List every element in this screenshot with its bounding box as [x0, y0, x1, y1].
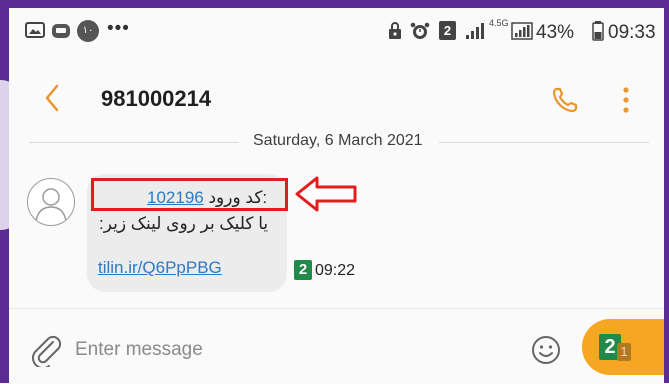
person-icon [35, 188, 67, 222]
highlight-box [91, 178, 288, 211]
message-sim-badge: 2 [294, 260, 312, 280]
message-time: 09:22 [315, 262, 356, 279]
frame-border-right [664, 0, 669, 383]
battery-percent: 43% [536, 22, 575, 43]
compose-bar: Enter message 2 1 [9, 308, 664, 384]
contact-title: 981000214 [101, 86, 212, 111]
date-divider-left [29, 142, 239, 143]
gallery-icon [25, 22, 45, 38]
more-notifications: ••• [107, 18, 130, 39]
messenger-icon [52, 24, 70, 38]
lock-icon [389, 22, 401, 39]
message-link[interactable]: tilin.ir/Q6PpPBG [98, 258, 222, 278]
frame-border-top [0, 0, 669, 8]
send-sim-secondary: 1 [617, 343, 631, 361]
send-button[interactable]: 2 1 [582, 319, 664, 375]
phone-screen: ۱۰ ••• 2 4.5G 43% 09:33 981000214 Saturd… [9, 8, 664, 384]
conversation-header: 981000214 [9, 56, 664, 128]
signal-icon [466, 23, 484, 39]
message-line-2: یا کلیک بر روی لینک زیر: [99, 214, 269, 233]
chevron-left-icon[interactable] [43, 84, 61, 112]
emoji-icon[interactable] [531, 335, 561, 365]
avatar[interactable] [27, 178, 75, 226]
status-bar: ۱۰ ••• 2 4.5G 43% 09:33 [9, 8, 664, 48]
date-divider-label: Saturday, 6 March 2021 [253, 132, 423, 149]
signal-2-icon [511, 22, 533, 40]
clock: 09:33 [608, 22, 656, 43]
battery-icon [592, 21, 604, 41]
arrow-left-icon [295, 176, 357, 212]
date-divider-right [439, 142, 649, 143]
message-input[interactable]: Enter message [75, 339, 203, 361]
phone-icon[interactable] [551, 86, 579, 114]
network-type: 4.5G [489, 18, 509, 28]
paperclip-icon[interactable] [29, 333, 63, 367]
notification-badge: ۱۰ [77, 20, 99, 42]
sim-indicator: 2 [439, 21, 456, 40]
alarm-icon [410, 22, 430, 39]
more-vertical-icon[interactable] [622, 86, 630, 114]
